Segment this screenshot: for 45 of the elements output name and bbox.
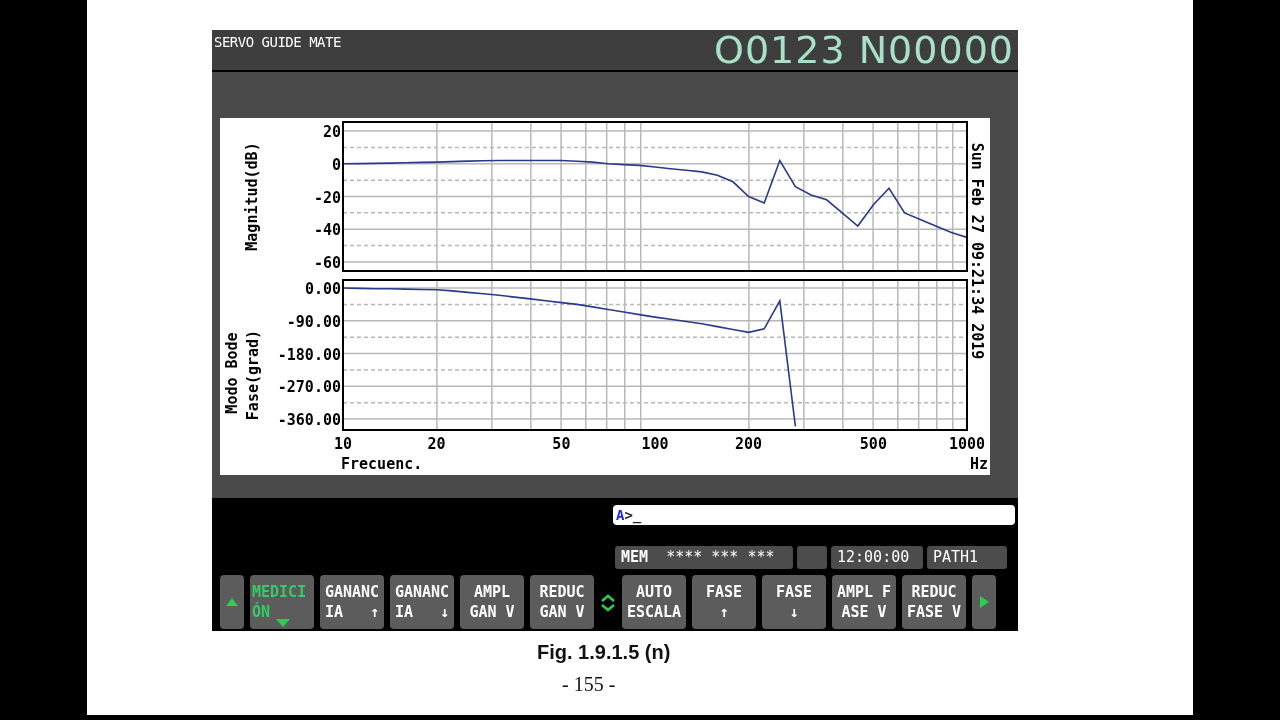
status-path: PATH1 [927, 546, 1007, 569]
tick-label: 100 [641, 435, 669, 453]
command-input[interactable]: A>_ [613, 505, 1015, 525]
tick-label: 10 [333, 435, 353, 453]
tick-label: -60 [313, 254, 341, 272]
figure-caption: Fig. 1.9.1.5 (n) [537, 640, 672, 665]
tick-label: 500 [859, 435, 887, 453]
tick-label: -20 [313, 188, 341, 207]
tick-label: 0.00 [304, 280, 341, 298]
softkey[interactable]: REDUC FASE V [902, 575, 966, 629]
softkey[interactable]: AMPL GAN V [460, 575, 524, 629]
status-time: 12:00:00 [831, 546, 923, 569]
next-page-key[interactable] [972, 575, 996, 629]
softkey[interactable]: AMPL F ASE V [832, 575, 896, 629]
tick-label: 200 [735, 435, 763, 453]
softkey[interactable]: GANANC IA ↓ [390, 575, 454, 629]
page-up-key[interactable] [220, 575, 244, 629]
status-field [797, 546, 827, 569]
axis-title: Fase(grad) [244, 329, 262, 421]
tick-label: -270.00 [277, 378, 341, 397]
tick-label: 20 [322, 123, 341, 141]
tick-label: -90.00 [286, 312, 341, 331]
softkey[interactable]: FASE ↓ [762, 575, 826, 629]
axis-title: Magnitud(dB) [243, 142, 261, 251]
tick-label: 1000 [948, 435, 986, 453]
right-triangle-icon [977, 595, 991, 609]
softkey[interactable]: REDUC GAN V [530, 575, 594, 629]
tick-label: 50 [552, 435, 571, 453]
tick-label: -180.00 [277, 345, 341, 364]
softkey[interactable]: FASE ↑ [692, 575, 756, 629]
softkey[interactable]: GANANC IA ↑ [320, 575, 384, 629]
tick-label: -40 [313, 221, 341, 240]
program-number: O0123 N00000 [714, 30, 1015, 70]
unit-label: Hz [969, 455, 988, 473]
tick-label: 20 [427, 435, 446, 453]
status-mode: MEM **** *** *** [615, 546, 793, 569]
chevron-icon [600, 593, 616, 613]
mode-label: Modo Bode [223, 332, 241, 414]
screen-title: SERVO GUIDE MATE [213, 33, 341, 52]
timestamp: Sun Feb 27 09:21:34 2019 [968, 142, 986, 360]
softkey[interactable]: AUTO ESCALA [622, 575, 686, 629]
page-number: - 155 - [562, 672, 617, 697]
tick-label: -360.00 [277, 411, 341, 430]
tick-label: 0 [331, 155, 341, 174]
axis-title: Frecuenc. [341, 455, 423, 473]
